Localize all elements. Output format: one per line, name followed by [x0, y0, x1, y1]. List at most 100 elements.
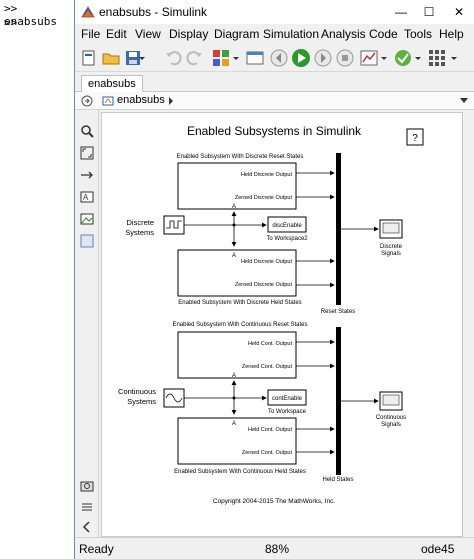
- top-sub1-out2: Zeroed Discrete Output: [235, 195, 293, 201]
- minimize-button[interactable]: —: [387, 3, 415, 21]
- redo-icon[interactable]: [185, 48, 205, 68]
- model-advisor-icon[interactable]: [393, 48, 413, 68]
- address-dropdown-icon[interactable]: [459, 97, 469, 105]
- vertical-scrollbar[interactable]: [463, 112, 474, 537]
- top-sub1-enable: A: [232, 204, 236, 210]
- menu-code[interactable]: Code: [369, 27, 398, 41]
- disc-workspace-var: discEnable: [272, 223, 302, 229]
- stop-icon[interactable]: [335, 48, 355, 68]
- hide-palette-icon[interactable]: [80, 520, 94, 534]
- close-button[interactable]: ✕: [445, 3, 473, 21]
- maximize-button[interactable]: ☐: [415, 3, 443, 21]
- continuous-reset-subsystem[interactable]: Held Cont. Output Zeroed Cont. Output A: [177, 331, 297, 379]
- menu-diagram[interactable]: Diagram: [214, 27, 259, 41]
- bot-sub1-title: Enabled Subsystem With Continuous Reset …: [172, 322, 307, 328]
- bot-sub2-out2: Zeroed Cont. Output: [242, 450, 293, 456]
- area-icon[interactable]: [80, 234, 94, 248]
- data-inspector-icon[interactable]: [359, 48, 379, 68]
- toolbar: [75, 44, 474, 72]
- breadcrumb[interactable]: enabsubs: [117, 94, 165, 106]
- undo-icon[interactable]: [163, 48, 183, 68]
- discrete-scope-block[interactable]: [379, 219, 403, 239]
- collapse-icon[interactable]: [80, 500, 94, 514]
- open-folder-icon[interactable]: [101, 48, 121, 68]
- step-forward-icon[interactable]: [313, 48, 333, 68]
- copyright: Copyright 2004-2015 The MathWorks, Inc.: [213, 498, 335, 505]
- status-solver[interactable]: ode45: [421, 542, 454, 556]
- held-states-label: Held States: [322, 477, 353, 483]
- continuous-scope-block[interactable]: [379, 391, 403, 411]
- model-explorer-icon[interactable]: [245, 48, 265, 68]
- step-back-icon[interactable]: [269, 48, 289, 68]
- bot-sub1-out1: Held Cont. Output: [248, 341, 292, 347]
- menu-file[interactable]: File: [81, 27, 100, 41]
- build-grid-icon[interactable]: [427, 48, 447, 68]
- diagram-title: Enabled Subsystems in Simulink: [187, 124, 362, 138]
- menu-simulation[interactable]: Simulation: [263, 27, 319, 41]
- run-icon[interactable]: [291, 48, 311, 68]
- command-window[interactable]: >> enabsubs >>: [0, 0, 74, 559]
- continuous-held-subsystem[interactable]: A Held Cont. Output Zeroed Cont. Output: [177, 417, 297, 465]
- model-icon: [102, 96, 114, 106]
- save-dropdown-icon[interactable]: [137, 48, 147, 68]
- discrete-held-subsystem[interactable]: A Held Discrete Output Zeroed Discrete O…: [177, 249, 297, 297]
- help-block[interactable]: ?: [406, 128, 424, 146]
- tab-enabsubs[interactable]: enabsubs: [81, 75, 143, 92]
- cont-workspace-var: contEnable: [272, 396, 303, 402]
- cont-source-label-2: Systems: [127, 397, 156, 406]
- build-dropdown-icon[interactable]: [449, 48, 459, 68]
- cont-source-label-1: Continuous: [118, 387, 156, 396]
- library-browser-icon[interactable]: [211, 48, 231, 68]
- zoom-icon[interactable]: [80, 124, 94, 138]
- menu-view[interactable]: View: [135, 27, 161, 41]
- cont-workspace-label: To Workspace: [268, 409, 307, 415]
- menu-analysis[interactable]: Analysis: [321, 27, 366, 41]
- new-model-icon[interactable]: [79, 48, 99, 68]
- bot-sub1-enable: A: [232, 373, 236, 379]
- disc-workspace-block[interactable]: discEnable: [267, 216, 307, 233]
- window-title: enabsubs - Simulink: [99, 5, 208, 19]
- diagram-canvas[interactable]: Enabled Subsystems in Simulink ? Enabled…: [101, 112, 463, 537]
- cont-scope-label-2: Signals: [381, 422, 401, 428]
- snapshot-icon[interactable]: [80, 478, 94, 492]
- explorer-bar-icon[interactable]: [81, 95, 93, 107]
- menu-bar: File Edit View Display Diagram Simulatio…: [75, 24, 474, 44]
- status-bar: Ready 88% ode45: [75, 537, 474, 559]
- top-sub2-out2: Zeroed Discrete Output: [235, 282, 293, 288]
- menu-tools[interactable]: Tools: [404, 27, 432, 41]
- discrete-source-label-2: Systems: [125, 228, 154, 237]
- menu-display[interactable]: Display: [169, 27, 208, 41]
- menu-edit[interactable]: Edit: [106, 27, 127, 41]
- top-sub2-enable: A: [232, 253, 236, 259]
- arrow-right-icon[interactable]: [80, 168, 94, 182]
- simulink-window: enabsubs - Simulink — ☐ ✕ File Edit View…: [74, 0, 474, 559]
- held-states-mux[interactable]: [336, 327, 341, 475]
- image-icon[interactable]: [80, 212, 94, 226]
- fit-to-view-icon[interactable]: [80, 146, 94, 160]
- annotation-icon[interactable]: A: [80, 190, 94, 204]
- inspector-dropdown-icon[interactable]: [379, 48, 389, 68]
- advisor-dropdown-icon[interactable]: [413, 48, 423, 68]
- continuous-source-block[interactable]: [163, 388, 185, 408]
- menu-help[interactable]: Help: [439, 27, 464, 41]
- bot-sub2-enable: A: [232, 421, 236, 427]
- model-tab-strip: enabsubs: [75, 72, 474, 92]
- top-sub2-out1: Held Discrete Output: [241, 259, 293, 265]
- cont-scope-label-1: Continuous: [376, 415, 406, 421]
- discrete-reset-subsystem[interactable]: Held Discrete Output Zeroed Discrete Out…: [177, 162, 297, 210]
- block-diagram: Enabled Subsystems in Simulink ? Enabled…: [118, 124, 424, 505]
- discrete-source-block[interactable]: [163, 215, 185, 235]
- library-dropdown-icon[interactable]: [231, 48, 241, 68]
- discrete-scope-label-1: Discrete: [380, 244, 403, 250]
- left-palette: A: [75, 110, 99, 537]
- disc-workspace-label: To Workspace2: [266, 236, 308, 242]
- bot-sub1-out2: Zeroed Cont. Output: [242, 364, 293, 370]
- reset-states-mux[interactable]: [336, 153, 341, 305]
- discrete-source-label-1: Discrete: [126, 218, 154, 227]
- address-bar: enabsubs: [75, 92, 474, 110]
- cont-workspace-block[interactable]: contEnable: [267, 389, 307, 406]
- svg-text:A: A: [83, 193, 89, 202]
- bot-sub2-title: Enabled Subsystem With Continuous Held S…: [174, 469, 306, 475]
- bot-sub2-out1: Held Cont. Output: [248, 427, 292, 433]
- command-line-2: >>: [4, 16, 18, 29]
